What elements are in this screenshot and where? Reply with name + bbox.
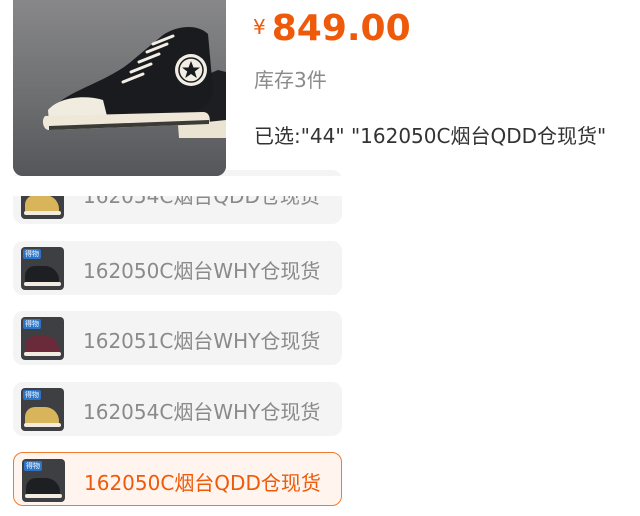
- option-item-selected[interactable]: 得物 162050C烟台QDD仓现货: [13, 452, 342, 506]
- product-image: [13, 0, 226, 176]
- option-item[interactable]: 得物 162051C烟台WHY仓现货: [13, 311, 342, 365]
- option-thumbnail: 得物: [22, 459, 65, 502]
- option-thumbnail: 得物: [21, 247, 64, 290]
- option-label: 162050C烟台WHY仓现货: [83, 259, 321, 283]
- thumb-tag: 得物: [23, 249, 41, 259]
- price: ¥849.00: [253, 8, 411, 49]
- currency-symbol: ¥: [253, 15, 266, 39]
- price-value: 849.00: [271, 8, 411, 49]
- thumb-tag: 得物: [23, 390, 41, 400]
- sku-selector: 162054C烟台QDD仓现货 ¥849.00 库存3件 已选:"44" "16…: [0, 0, 640, 516]
- option-item[interactable]: 得物 162054C烟台WHY仓现货: [13, 382, 342, 436]
- sneaker-icon: [42, 26, 226, 138]
- thumb-tag: 得物: [24, 461, 42, 471]
- option-thumbnail: 得物: [21, 317, 64, 360]
- option-label: 162051C烟台WHY仓现货: [83, 329, 321, 353]
- thumb-tag: 得物: [23, 319, 41, 329]
- selected-variant: 已选:"44" "162050C烟台QDD仓现货": [254, 124, 607, 148]
- option-item[interactable]: 得物 162050C烟台WHY仓现货: [13, 241, 342, 295]
- option-thumbnail: 得物: [21, 388, 64, 431]
- stock-count: 库存3件: [254, 68, 327, 92]
- option-label: 162054C烟台WHY仓现货: [83, 400, 321, 424]
- option-label: 162050C烟台QDD仓现货: [84, 471, 321, 495]
